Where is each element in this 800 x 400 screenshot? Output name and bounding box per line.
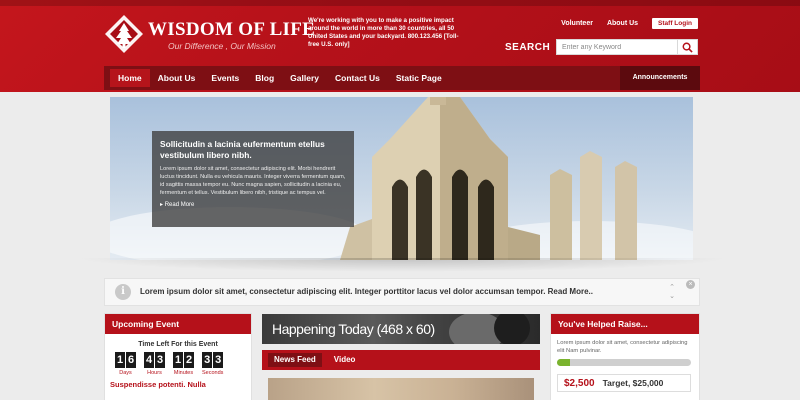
nav-item-blog[interactable]: Blog bbox=[247, 69, 282, 87]
raise-summary: $2,500 Target, $25,000 bbox=[557, 374, 691, 392]
top-links: Volunteer About Us Staff Login bbox=[561, 18, 698, 29]
main-nav: Home About Us Events Blog Gallery Contac… bbox=[104, 66, 700, 90]
countdown-label: Hours bbox=[147, 370, 162, 376]
brand-name[interactable]: WISDOM OF LIFE bbox=[148, 19, 315, 41]
countdown-minutes: 12 Minutes bbox=[173, 352, 194, 376]
ticker-text[interactable]: Lorem ipsum dolor sit amet, consectetur … bbox=[140, 287, 593, 296]
ticker-arrows: ⌃ ⌄ bbox=[669, 283, 675, 301]
donation-progress-bar bbox=[557, 359, 691, 366]
staff-login-button[interactable]: Staff Login bbox=[652, 18, 698, 29]
search-input[interactable] bbox=[556, 39, 678, 55]
helped-raise-text: Lorem ipsum dolor sit amet, consectetur … bbox=[557, 340, 688, 354]
target-amount: Target, $25,000 bbox=[602, 378, 664, 388]
countdown-label: Seconds bbox=[202, 370, 224, 376]
feed-tabs: News Feed Video bbox=[262, 350, 540, 370]
search-icon bbox=[682, 42, 693, 53]
close-icon[interactable]: × bbox=[686, 280, 695, 289]
upcoming-event-heading: Upcoming Event bbox=[105, 314, 251, 334]
countdown-label: Minutes bbox=[173, 370, 194, 376]
digit: 3 bbox=[155, 352, 165, 368]
nav-item-events[interactable]: Events bbox=[203, 69, 247, 87]
countdown-days: 16 Days bbox=[115, 352, 136, 376]
digit: 2 bbox=[184, 352, 194, 368]
nav-item-gallery[interactable]: Gallery bbox=[282, 69, 327, 87]
hero-slider[interactable]: Sollicitudin a lacinia eufermentum etell… bbox=[110, 97, 693, 260]
countdown-hours: 43 Hours bbox=[144, 352, 165, 376]
search-label: SEARCH bbox=[505, 42, 551, 53]
about-us-link[interactable]: About Us bbox=[607, 20, 638, 27]
hero-caption: Sollicitudin a lacinia eufermentum etell… bbox=[152, 131, 354, 227]
countdown-timer: 16 Days 43 Hours 12 Minutes 33 Seconds bbox=[115, 352, 251, 376]
digit: 3 bbox=[202, 352, 213, 368]
tab-video[interactable]: Video bbox=[328, 353, 362, 367]
donation-progress-fill bbox=[557, 359, 571, 366]
upcoming-event-widget: Upcoming Event Time Left For this Event … bbox=[104, 313, 252, 400]
news-feed-image[interactable] bbox=[268, 378, 534, 400]
digit: 1 bbox=[115, 352, 125, 368]
nav-item-static-page[interactable]: Static Page bbox=[388, 69, 450, 87]
read-more-label: Read More bbox=[164, 202, 195, 208]
news-ticker: i Lorem ipsum dolor sit amet, consectetu… bbox=[104, 278, 700, 306]
chevron-down-icon[interactable]: ⌄ bbox=[669, 292, 675, 301]
countdown-label: Days bbox=[119, 370, 132, 376]
hero-title: Sollicitudin a lacinia eufermentum etell… bbox=[160, 139, 325, 160]
time-left-label: Time Left For this Event bbox=[138, 341, 218, 348]
announcements-button[interactable]: Announcements bbox=[620, 66, 700, 90]
hero-text: Lorem ipsum dolor sit amet, consectetur … bbox=[160, 166, 346, 196]
nav-item-about-us[interactable]: About Us bbox=[150, 69, 204, 87]
happening-today-banner[interactable]: Happening Today (468 x 60) bbox=[262, 314, 540, 344]
hero-shadow bbox=[74, 258, 730, 272]
chevron-up-icon[interactable]: ⌃ bbox=[669, 283, 675, 292]
digit: 1 bbox=[173, 352, 183, 368]
event-title-link[interactable]: Suspendisse potenti. Nulla bbox=[105, 380, 251, 389]
nav-item-home[interactable]: Home bbox=[110, 69, 150, 87]
site-header: WISDOM OF LIFE Our Difference , Our Miss… bbox=[0, 0, 800, 92]
countdown-seconds: 33 Seconds bbox=[202, 352, 223, 376]
happening-today-text: Happening Today (468 x 60) bbox=[272, 321, 435, 337]
nav-item-contact-us[interactable]: Contact Us bbox=[327, 69, 388, 87]
helped-raise-heading: You've Helped Raise... bbox=[551, 314, 699, 334]
helped-raise-widget: You've Helped Raise... Lorem ipsum dolor… bbox=[550, 313, 700, 400]
tree-logo-icon[interactable] bbox=[104, 14, 144, 54]
header-blurb: We're working with you to make a positiv… bbox=[308, 17, 459, 48]
brand-tagline: Our Difference , Our Mission bbox=[168, 41, 276, 51]
digit: 6 bbox=[126, 352, 136, 368]
digit: 3 bbox=[213, 352, 224, 368]
digit: 4 bbox=[144, 352, 154, 368]
raised-amount: $2,500 bbox=[564, 377, 595, 389]
search-button[interactable] bbox=[678, 39, 698, 55]
read-more-link[interactable]: ▸ Read More bbox=[160, 201, 346, 208]
volunteer-link[interactable]: Volunteer bbox=[561, 20, 593, 27]
tab-news-feed[interactable]: News Feed bbox=[268, 353, 322, 367]
info-icon: i bbox=[115, 284, 131, 300]
